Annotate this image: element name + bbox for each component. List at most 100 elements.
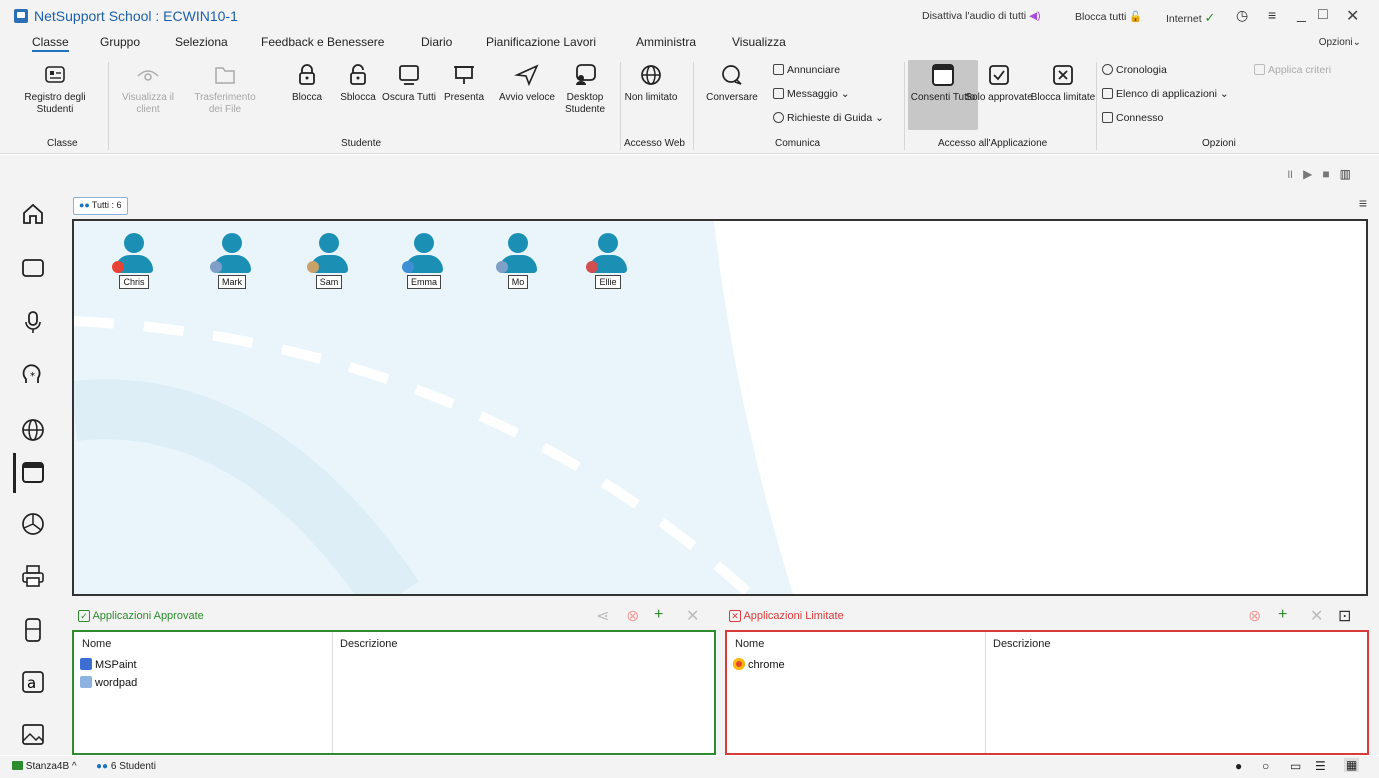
group-tab-all[interactable]: ●● Tutti : 6	[73, 197, 128, 215]
blocca-limitate-label: Blocca limitate	[1030, 92, 1096, 103]
import-icon[interactable]: ⊡	[1338, 606, 1351, 626]
student-icon[interactable]: Chris	[104, 233, 164, 289]
close-button[interactable]: ✕	[1346, 6, 1359, 26]
trasferimento-file-button[interactable]: Trasferimento dei File	[190, 60, 260, 116]
map-icon[interactable]: ▥	[1340, 167, 1361, 181]
chat-icon	[719, 62, 745, 88]
solo-approvate-button[interactable]: Solo approvate	[964, 60, 1034, 104]
main-area: ॥▶■▥ ≡ ●● Tutti : 6 * a Chris Mark Sam Emma M…	[0, 155, 1379, 755]
list-item[interactable]: wordpad	[80, 676, 137, 689]
restricted-apps-list[interactable]: Nome Descrizione chrome	[725, 630, 1369, 755]
internet-label: Internet	[1166, 13, 1202, 25]
approved-col-desc[interactable]: Descrizione	[340, 638, 397, 650]
printer-icon[interactable]	[20, 563, 46, 589]
list-item[interactable]: MSPaint	[80, 658, 137, 671]
tab-gruppo[interactable]: Gruppo	[100, 35, 140, 49]
minimize-button[interactable]: _	[1297, 6, 1306, 24]
at-sign-icon[interactable]: a	[20, 669, 46, 695]
block-icon[interactable]: ⊗	[626, 606, 639, 626]
app-window-icon	[930, 62, 956, 88]
image-icon[interactable]	[20, 721, 46, 747]
registro-studenti-button[interactable]: Registro degli Studenti	[20, 60, 90, 116]
approved-col-name[interactable]: Nome	[82, 638, 111, 650]
applica-criteri-checkbox[interactable]: Applica criteri	[1254, 64, 1331, 76]
internet-status[interactable]: Internet ✓	[1166, 10, 1215, 26]
brain-icon[interactable]: *	[20, 363, 46, 389]
tab-diario[interactable]: Diario	[421, 35, 452, 49]
cronologia-button[interactable]: Cronologia	[1102, 64, 1167, 76]
home-icon[interactable]	[20, 201, 46, 227]
student-icon[interactable]: Sam	[299, 233, 359, 289]
users-icon: ●●	[79, 200, 90, 210]
blocca-limitate-button[interactable]: Blocca limitate	[1028, 60, 1098, 104]
lock-icon	[294, 62, 320, 88]
lock-all-button[interactable]: Blocca tutti 🔓	[1075, 10, 1142, 23]
tab-classe[interactable]: Classe	[32, 35, 69, 52]
student-head	[414, 233, 434, 253]
options-menu[interactable]: Opzioni⌄	[1319, 37, 1361, 48]
tab-amministra[interactable]: Amministra	[636, 35, 696, 49]
status-bar: Stanza4B ^ ●● 6 Studenti ● ○ ▭ ☰ ▦	[0, 756, 1379, 778]
desktop-studente-button[interactable]: Desktop Studente	[550, 60, 620, 116]
svg-text:*: *	[30, 371, 35, 382]
device-icon[interactable]	[20, 617, 46, 643]
annunciare-button[interactable]: Annunciare	[773, 64, 840, 76]
mute-all-label: Disattiva l'audio di tutti	[922, 10, 1027, 22]
mute-all-button[interactable]: Disattiva l'audio di tutti ◀)	[922, 10, 1041, 22]
elenco-label: Elenco di applicazioni	[1116, 88, 1217, 100]
separator	[108, 62, 109, 150]
clock-icon[interactable]: ◷	[1236, 7, 1248, 24]
add-icon[interactable]: +	[654, 606, 663, 624]
student-view-icon[interactable]: ●	[1235, 759, 1242, 773]
remove-icon[interactable]: ✕	[686, 606, 699, 626]
student-head	[508, 233, 528, 253]
screen-icon[interactable]	[20, 255, 46, 281]
presenta-button[interactable]: Presenta	[429, 60, 499, 104]
pie-chart-icon[interactable]	[20, 511, 46, 537]
add-icon[interactable]: +	[1278, 606, 1287, 624]
group-label-accesso-web: Accesso Web	[624, 138, 685, 149]
richieste-guida-button[interactable]: Richieste di Guida ⌄	[773, 112, 884, 124]
view-menu-icon[interactable]: ≡	[1359, 195, 1367, 211]
restricted-col-desc[interactable]: Descrizione	[993, 638, 1050, 650]
share-icon[interactable]: ⋖	[596, 606, 609, 626]
non-limitato-button[interactable]: Non limitato	[616, 60, 686, 104]
tab-visualizza[interactable]: Visualizza	[732, 35, 786, 49]
room-selector[interactable]: Stanza4B ^	[12, 761, 77, 772]
restricted-col-name[interactable]: Nome	[735, 638, 764, 650]
block-icon[interactable]: ⊗	[1248, 606, 1261, 626]
maximize-button[interactable]: □	[1318, 6, 1328, 24]
user-outline-icon[interactable]: ○	[1262, 759, 1269, 773]
microphone-icon[interactable]	[20, 309, 46, 335]
student-icon[interactable]: Mo	[488, 233, 548, 289]
approved-apps-list[interactable]: Nome Descrizione MSPaint wordpad	[72, 630, 716, 755]
student-icon[interactable]: Mark	[202, 233, 262, 289]
tab-feedback[interactable]: Feedback e Benessere	[261, 35, 384, 49]
connesso-checkbox[interactable]: Connesso	[1102, 112, 1163, 124]
tab-seleziona[interactable]: Seleziona	[175, 35, 228, 49]
menu-icon[interactable]: ≡	[1268, 7, 1276, 23]
students-canvas[interactable]: Chris Mark Sam Emma Mo Ellie	[72, 219, 1368, 596]
remove-icon[interactable]: ✕	[1310, 606, 1323, 626]
student-icon[interactable]: Ellie	[578, 233, 638, 289]
messaggio-button[interactable]: Messaggio ⌄	[773, 88, 850, 100]
conversare-button[interactable]: Conversare	[697, 60, 767, 104]
running-app-icon	[496, 261, 508, 273]
app-window-icon[interactable]	[20, 459, 46, 485]
app-name: MSPaint	[95, 659, 137, 671]
group-label-studente: Studente	[341, 138, 382, 149]
separator	[1096, 62, 1097, 150]
stop-icon[interactable]: ■	[1322, 167, 1339, 181]
pause-icon[interactable]: ॥	[1286, 167, 1303, 181]
step-icon[interactable]: ▶	[1303, 167, 1322, 181]
tab-pianificazione[interactable]: Pianificazione Lavori	[486, 35, 596, 49]
restricted-title: Applicazioni Limitate	[743, 610, 844, 622]
student-icon[interactable]: Emma	[394, 233, 454, 289]
elenco-applicazioni-button[interactable]: Elenco di applicazioni ⌄	[1102, 88, 1229, 100]
visualizza-client-button[interactable]: Visualizza il client	[113, 60, 183, 116]
list-view-icon[interactable]: ☰	[1315, 759, 1326, 773]
screen-view-icon[interactable]: ▭	[1290, 759, 1301, 773]
globe-icon[interactable]	[20, 417, 46, 443]
list-item[interactable]: chrome	[733, 658, 785, 671]
grid-view-icon[interactable]: ▦	[1344, 758, 1360, 772]
